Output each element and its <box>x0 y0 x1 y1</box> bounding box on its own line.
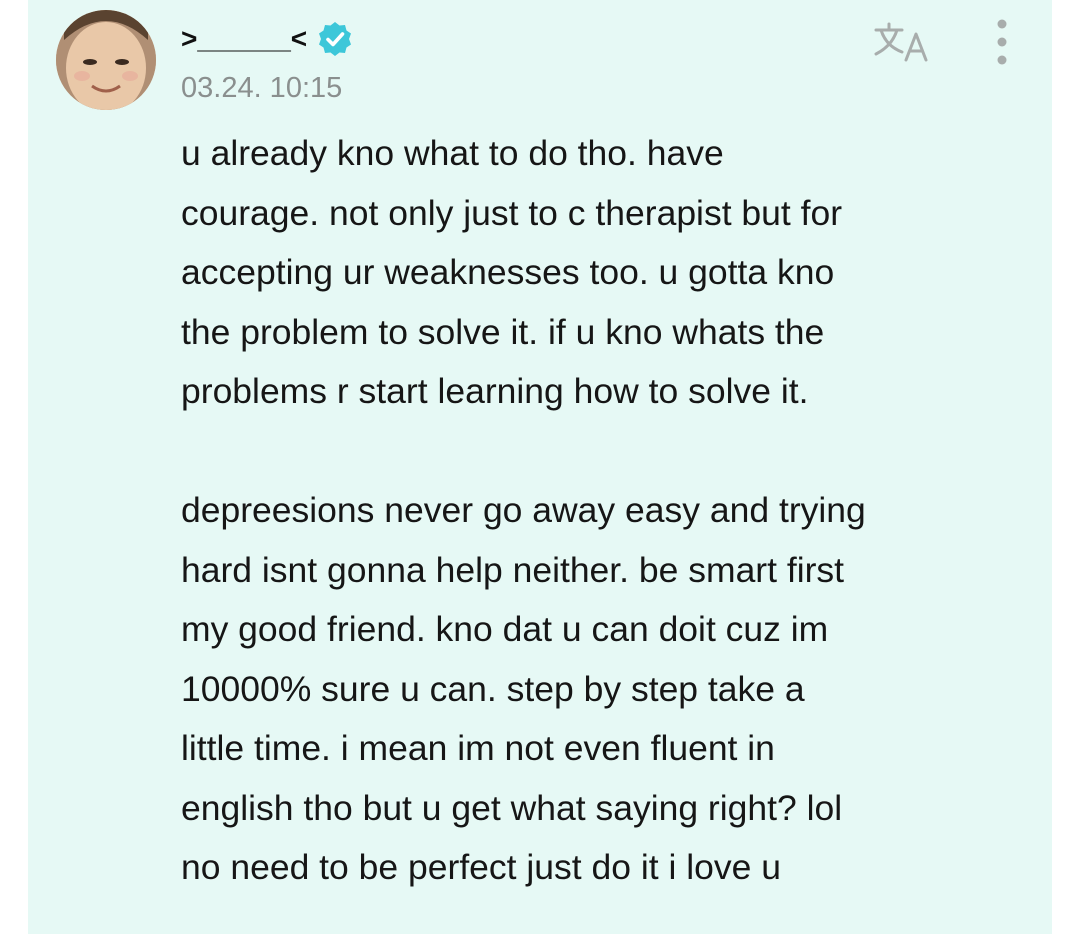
post-timestamp: 03.24. 10:15 <box>181 72 343 104</box>
verified-badge-icon <box>319 22 352 56</box>
author-name[interactable]: >______< <box>181 18 307 60</box>
post-body: u already kno what to do tho. have coura… <box>181 124 1001 898</box>
avatar[interactable] <box>56 10 156 110</box>
post-paragraph: depreesions never go away easy and tryin… <box>181 490 866 887</box>
post-paragraph: u already kno what to do tho. have coura… <box>181 133 843 411</box>
author-row: >______< <box>181 18 353 60</box>
more-vertical-icon[interactable] <box>988 16 1016 72</box>
translate-icon[interactable] <box>872 20 936 64</box>
